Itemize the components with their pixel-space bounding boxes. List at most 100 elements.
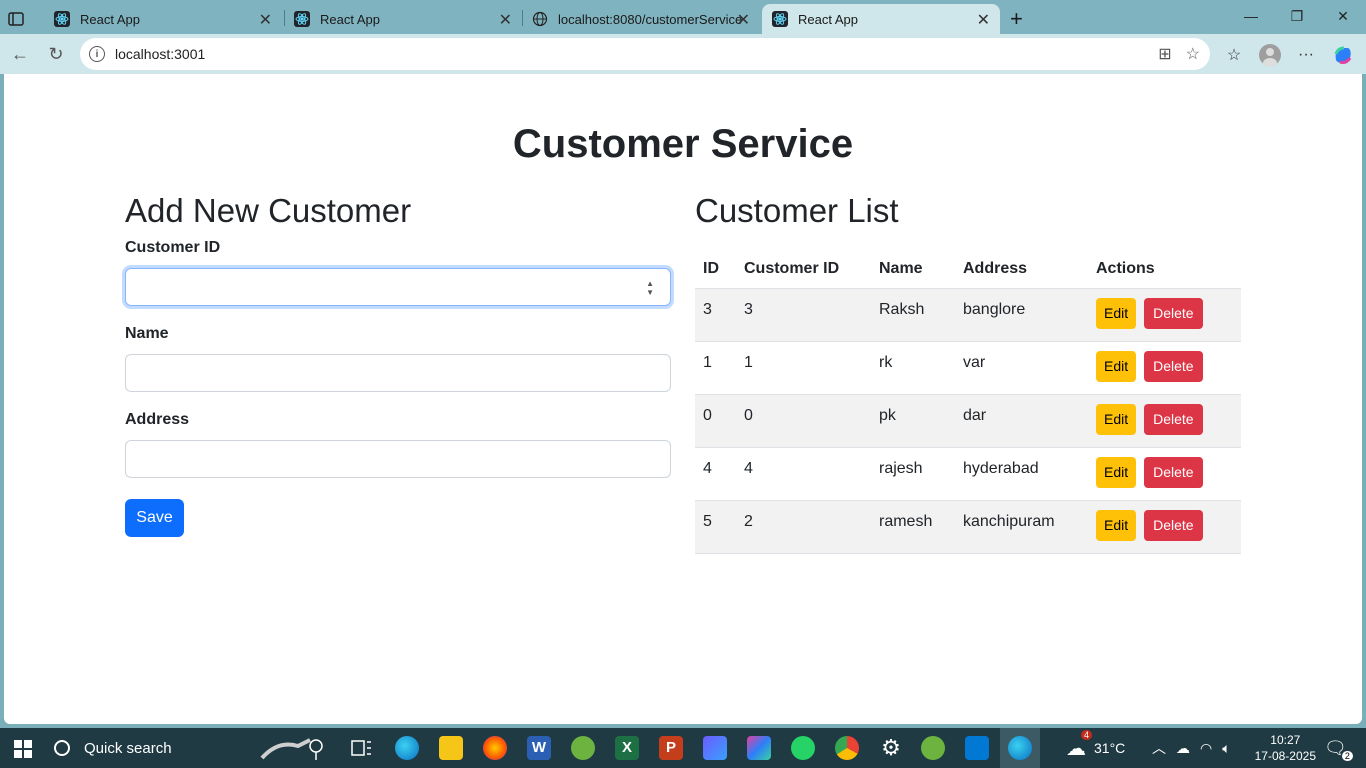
edit-button[interactable]: Edit [1096, 509, 1137, 541]
react-icon [772, 11, 788, 27]
chrome-icon[interactable] [835, 736, 859, 760]
column-header-address: Address [955, 250, 1088, 289]
task-view-icon[interactable] [349, 736, 373, 760]
delete-button[interactable]: Delete [1144, 403, 1203, 435]
page-title: Customer Service [512, 122, 854, 166]
address-bar[interactable]: i localhost:3001 ⊞ ☆ [80, 38, 1210, 70]
back-arrow-icon[interactable]: ← [8, 42, 32, 66]
firefox-icon[interactable] [483, 736, 507, 760]
volume-icon[interactable]: 🔈︎ [1222, 740, 1230, 757]
browser-toolbar: ← ↻ i localhost:3001 ⊞ ☆ ☆ ··· [0, 34, 1366, 74]
cell-id: 3 [695, 288, 736, 342]
edit-button[interactable]: Edit [1096, 350, 1137, 382]
more-options-icon[interactable]: ··· [1293, 42, 1319, 68]
column-header-id: ID [695, 250, 736, 289]
tab-react-app-2[interactable]: React App ✕ [284, 4, 522, 34]
tab-title: React App [320, 11, 380, 27]
tab-title: React App [80, 11, 140, 27]
minimize-icon[interactable]: — [1228, 0, 1274, 32]
list-heading: Customer List [695, 192, 899, 229]
close-icon[interactable]: ✕ [977, 10, 990, 30]
cell-customer-id: 3 [736, 288, 871, 342]
excel-icon[interactable]: X [615, 736, 639, 760]
address-input[interactable] [125, 440, 671, 478]
quick-search[interactable]: Quick search [54, 728, 172, 768]
tab-react-app-1[interactable]: React App ✕ [44, 4, 282, 34]
edge-active-app[interactable] [1000, 728, 1040, 768]
cell-actions: Edit Delete [1088, 394, 1241, 448]
delete-button[interactable]: Delete [1144, 509, 1203, 541]
tab-actions-icon [8, 12, 24, 26]
name-label: Name [125, 325, 169, 342]
file-explorer-icon[interactable] [439, 736, 463, 760]
copilot-icon[interactable] [1330, 42, 1356, 68]
column-header-customer-id: Customer ID [736, 250, 871, 289]
customer-table: ID Customer ID Name Address Actions 3 3 … [695, 250, 1241, 554]
refresh-icon[interactable]: ↻ [44, 42, 68, 66]
search-highlight-icon [258, 736, 328, 760]
edge-dev-icon[interactable] [395, 736, 419, 760]
app-install-icon[interactable]: ⊞ [1158, 44, 1171, 64]
table-row: 1 1 rk var Edit Delete [695, 341, 1241, 395]
customer-id-label: Customer ID [125, 239, 221, 256]
tab-strip: React App ✕ React App ✕ localhost:8080/c… [0, 0, 1366, 34]
edit-button[interactable]: Edit [1096, 456, 1137, 488]
chevron-up-icon[interactable]: ︿ [1152, 738, 1166, 758]
microsoft-365-icon[interactable] [747, 736, 771, 760]
cell-customer-id: 0 [736, 394, 871, 448]
clock-date: 17-08-2025 [1254, 749, 1316, 763]
tab-title: React App [798, 11, 858, 27]
info-icon[interactable]: i [89, 46, 105, 62]
delete-button[interactable]: Delete [1144, 297, 1203, 329]
close-icon[interactable]: ✕ [259, 10, 272, 30]
weather-cloud-icon: ☁ 4 [1066, 729, 1092, 761]
number-spinner-icon[interactable]: ▲ ▼ [646, 279, 654, 297]
edit-button[interactable]: Edit [1096, 403, 1137, 435]
favorite-star-icon[interactable]: ☆ [1186, 44, 1200, 64]
cell-actions: Edit Delete [1088, 447, 1241, 501]
delete-button[interactable]: Delete [1144, 350, 1203, 382]
tab-title: localhost:8080/customerService [558, 11, 743, 27]
notification-icon: 🗨︎ 2 [1324, 738, 1353, 761]
cell-id: 5 [695, 500, 736, 554]
settings-gear-icon[interactable]: ⚙ [879, 736, 903, 760]
cell-address: var [955, 341, 1088, 395]
tab-customer-service[interactable]: localhost:8080/customerService ✕ [522, 4, 760, 34]
whatsapp-icon[interactable] [791, 736, 815, 760]
edit-button[interactable]: Edit [1096, 297, 1137, 329]
spring-tool-icon-2[interactable] [921, 736, 945, 760]
close-icon[interactable]: ✕ [737, 10, 750, 30]
powerpoint-icon[interactable]: P [659, 736, 683, 760]
windows-start-icon[interactable] [14, 740, 32, 758]
column-header-name: Name [871, 250, 955, 289]
cell-actions: Edit Delete [1088, 500, 1241, 554]
save-button[interactable]: Save [125, 499, 184, 537]
cell-name: ramesh [871, 500, 955, 554]
tab-react-app-active[interactable]: React App ✕ [762, 4, 1000, 34]
onedrive-icon[interactable]: ☁ [1176, 740, 1190, 757]
tab-actions-button[interactable] [8, 4, 32, 34]
cell-name: rajesh [871, 447, 955, 501]
close-window-icon[interactable]: ✕ [1320, 0, 1366, 32]
restore-icon[interactable]: ❐ [1274, 0, 1320, 32]
close-icon[interactable]: ✕ [499, 10, 512, 30]
name-input[interactable] [125, 354, 671, 392]
word-icon[interactable]: W [527, 736, 551, 760]
new-tab-button[interactable]: + [1006, 4, 1032, 34]
cell-address: hyderabad [955, 447, 1088, 501]
delete-button[interactable]: Delete [1144, 456, 1203, 488]
favorites-icon[interactable]: ☆ [1221, 42, 1247, 68]
cell-id: 0 [695, 394, 736, 448]
wifi-icon[interactable]: ◠ [1200, 740, 1212, 757]
vscode-icon[interactable] [965, 736, 989, 760]
notification-center[interactable]: 🗨︎ 2 [1324, 728, 1353, 768]
profile-avatar[interactable] [1257, 42, 1283, 68]
spring-tool-icon[interactable] [571, 736, 595, 760]
cell-customer-id: 4 [736, 447, 871, 501]
customer-id-input[interactable]: ▲ ▼ [125, 268, 671, 306]
column-header-actions: Actions [1088, 250, 1241, 289]
cell-name: rk [871, 341, 955, 395]
clipchamp-icon[interactable] [703, 736, 727, 760]
weather-widget[interactable]: ☁ 4 31°C [1066, 728, 1125, 768]
clock[interactable]: 10:27 17-08-2025 [1255, 732, 1316, 764]
